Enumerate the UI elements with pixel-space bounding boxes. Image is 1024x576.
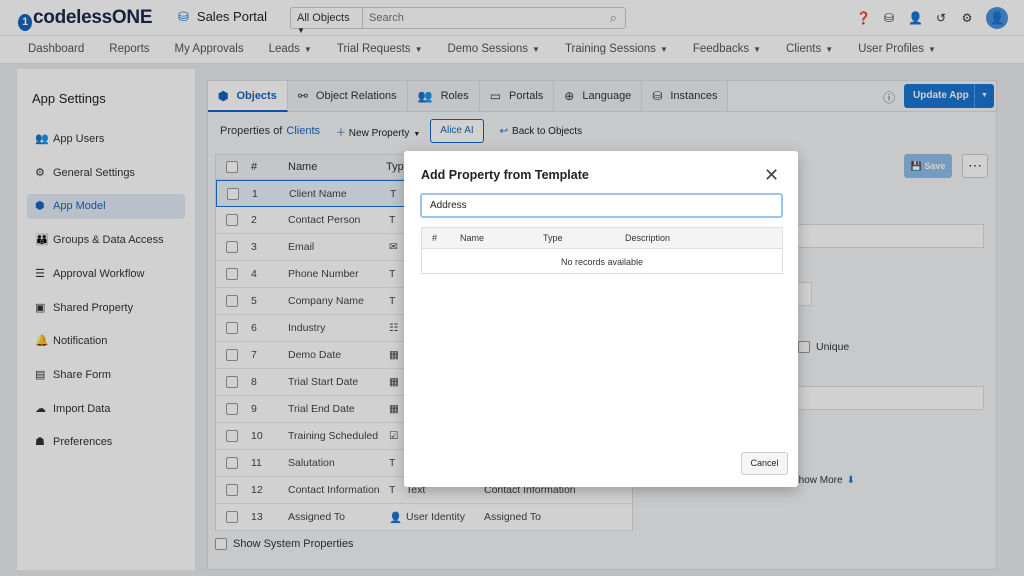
cancel-button[interactable]: Cancel [741, 452, 788, 475]
modal-title: Add Property from Template [421, 168, 589, 182]
empty-state-text: No records available [560, 257, 644, 267]
template-col-num: # [432, 233, 438, 243]
template-table: # Name Type Description No records avail… [421, 227, 783, 274]
template-col-description[interactable]: Description [625, 233, 670, 243]
template-search-input[interactable] [420, 193, 783, 218]
template-col-type[interactable]: Type [543, 233, 563, 243]
template-col-name[interactable]: Name [460, 233, 484, 243]
template-table-header: # Name Type Description [422, 228, 782, 249]
add-property-template-modal: Add Property from Template ✕ # Name Type… [404, 151, 798, 487]
close-icon[interactable]: ✕ [764, 165, 779, 186]
